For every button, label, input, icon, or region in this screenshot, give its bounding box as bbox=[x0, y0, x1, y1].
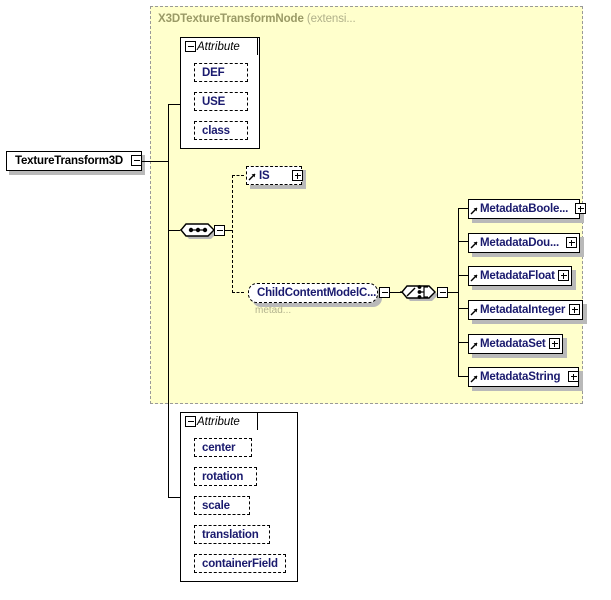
connector-metadata-branch-2 bbox=[458, 241, 468, 242]
metadata-float-node[interactable]: MetadataFloat bbox=[468, 266, 572, 286]
connector-metadata-branch-4 bbox=[458, 308, 468, 309]
connector-trunk-to-own-attribute-group bbox=[168, 497, 180, 498]
connector-branch-to-childcontentmodel bbox=[232, 292, 244, 293]
metadata-boolean-node[interactable]: MetadataBoole... bbox=[468, 199, 580, 219]
attribute-item-containerfield-label: containerField bbox=[202, 557, 278, 570]
metadata-double-node[interactable]: MetadataDou... bbox=[468, 233, 580, 253]
connector-branch-to-is bbox=[232, 175, 244, 176]
connector-trunk-to-attribute-group bbox=[168, 104, 180, 105]
metadata-string-expander-plus-icon[interactable] bbox=[568, 371, 579, 382]
metadata-set-expander-plus-icon[interactable] bbox=[549, 338, 560, 349]
connector-sequence-to-branch bbox=[225, 230, 232, 231]
connector-choice-to-metadata-trunk bbox=[448, 292, 458, 293]
connector-metadata-branch-6 bbox=[458, 376, 468, 377]
attribute-item-center-label: center bbox=[202, 441, 236, 454]
attribute-item-scale-label: scale bbox=[202, 499, 230, 512]
choice-compositor[interactable] bbox=[400, 279, 442, 305]
own-attribute-group-tab[interactable]: Attribute bbox=[180, 412, 258, 430]
attribute-item-class-label: class bbox=[202, 124, 230, 137]
metadata-float-expander-plus-icon[interactable] bbox=[558, 270, 569, 281]
attribute-item-containerfield[interactable]: containerField bbox=[194, 554, 286, 573]
childcontentmodel-sub-label: metad... bbox=[255, 305, 292, 316]
connector-optional-branch-spine bbox=[232, 175, 233, 293]
metadata-set-label: MetadataSet bbox=[480, 338, 546, 350]
choice-expander-minus-icon[interactable] bbox=[437, 287, 448, 298]
childcontentmodel-expander-minus-icon[interactable] bbox=[379, 287, 390, 298]
schema-diagram-canvas: X3DTextureTransformNode (extensi... Text… bbox=[0, 0, 611, 600]
childcontentmodel-node[interactable]: ChildContentModelC... bbox=[248, 283, 378, 303]
attribute-item-scale[interactable]: scale bbox=[194, 496, 250, 515]
is-node-expander-plus-icon[interactable] bbox=[292, 170, 303, 181]
childcontentmodel-node-label: ChildContentModelC... bbox=[257, 287, 377, 299]
metadata-string-ref-arrow-icon bbox=[470, 375, 478, 383]
metadata-integer-expander-plus-icon[interactable] bbox=[569, 304, 580, 315]
attribute-item-rotation[interactable]: rotation bbox=[194, 467, 257, 486]
metadata-integer-node[interactable]: MetadataInteger bbox=[468, 300, 583, 320]
connector-metadata-trunk bbox=[458, 208, 459, 376]
inherited-attribute-group-tab[interactable]: Attribute bbox=[180, 37, 258, 55]
metadata-float-ref-arrow-icon bbox=[470, 274, 478, 282]
extension-base-type-name: X3DTextureTransformNode bbox=[158, 13, 304, 25]
metadata-boolean-ref-arrow-icon bbox=[470, 207, 478, 215]
element-ref-arrow-icon bbox=[248, 173, 256, 181]
root-element-expander-minus-icon[interactable] bbox=[131, 155, 142, 166]
extension-panel-title: X3DTextureTransformNode (extensi... bbox=[158, 13, 356, 25]
metadata-double-label: MetadataDou... bbox=[480, 237, 559, 249]
attribute-item-translation-label: translation bbox=[202, 528, 259, 541]
inherited-attribute-group-expander-minus-icon[interactable] bbox=[185, 41, 196, 52]
extension-panel-title-suffix: (extensi... bbox=[306, 13, 356, 25]
connector-main-trunk bbox=[168, 104, 169, 498]
attribute-item-rotation-label: rotation bbox=[202, 470, 244, 483]
metadata-boolean-expander-plus-icon[interactable] bbox=[575, 203, 586, 214]
metadata-set-ref-arrow-icon bbox=[470, 342, 478, 350]
attribute-item-class[interactable]: class bbox=[194, 121, 248, 140]
metadata-string-node[interactable]: MetadataString bbox=[468, 367, 579, 387]
metadata-boolean-label: MetadataBoole... bbox=[480, 203, 569, 215]
connector-root-to-trunk bbox=[142, 161, 168, 162]
metadata-double-ref-arrow-icon bbox=[470, 241, 478, 249]
root-element-node[interactable]: TextureTransform3D bbox=[6, 151, 142, 171]
sequence-expander-minus-icon[interactable] bbox=[214, 225, 225, 236]
connector-trunk-to-sequence bbox=[168, 230, 180, 231]
metadata-double-expander-plus-icon[interactable] bbox=[566, 237, 577, 248]
attribute-item-use-label: USE bbox=[202, 95, 226, 108]
root-element-label: TextureTransform3D bbox=[15, 155, 124, 167]
attribute-item-def[interactable]: DEF bbox=[194, 63, 248, 82]
attribute-item-center[interactable]: center bbox=[194, 438, 252, 457]
attribute-item-translation[interactable]: translation bbox=[194, 525, 270, 544]
connector-metadata-branch-5 bbox=[458, 342, 468, 343]
connector-metadata-branch-1 bbox=[458, 208, 468, 209]
inherited-attribute-group-label: Attribute bbox=[197, 40, 240, 53]
metadata-integer-label: MetadataInteger bbox=[480, 304, 566, 316]
metadata-string-label: MetadataString bbox=[480, 371, 561, 383]
own-attribute-group-expander-minus-icon[interactable] bbox=[185, 416, 196, 427]
choice-icon bbox=[400, 285, 438, 301]
attribute-item-def-label: DEF bbox=[202, 66, 225, 79]
connector-metadata-branch-3 bbox=[458, 275, 468, 276]
attribute-item-use[interactable]: USE bbox=[194, 92, 248, 111]
own-attribute-group-label: Attribute bbox=[197, 415, 240, 428]
metadata-integer-ref-arrow-icon bbox=[470, 308, 478, 316]
metadata-float-label: MetadataFloat bbox=[480, 270, 555, 282]
